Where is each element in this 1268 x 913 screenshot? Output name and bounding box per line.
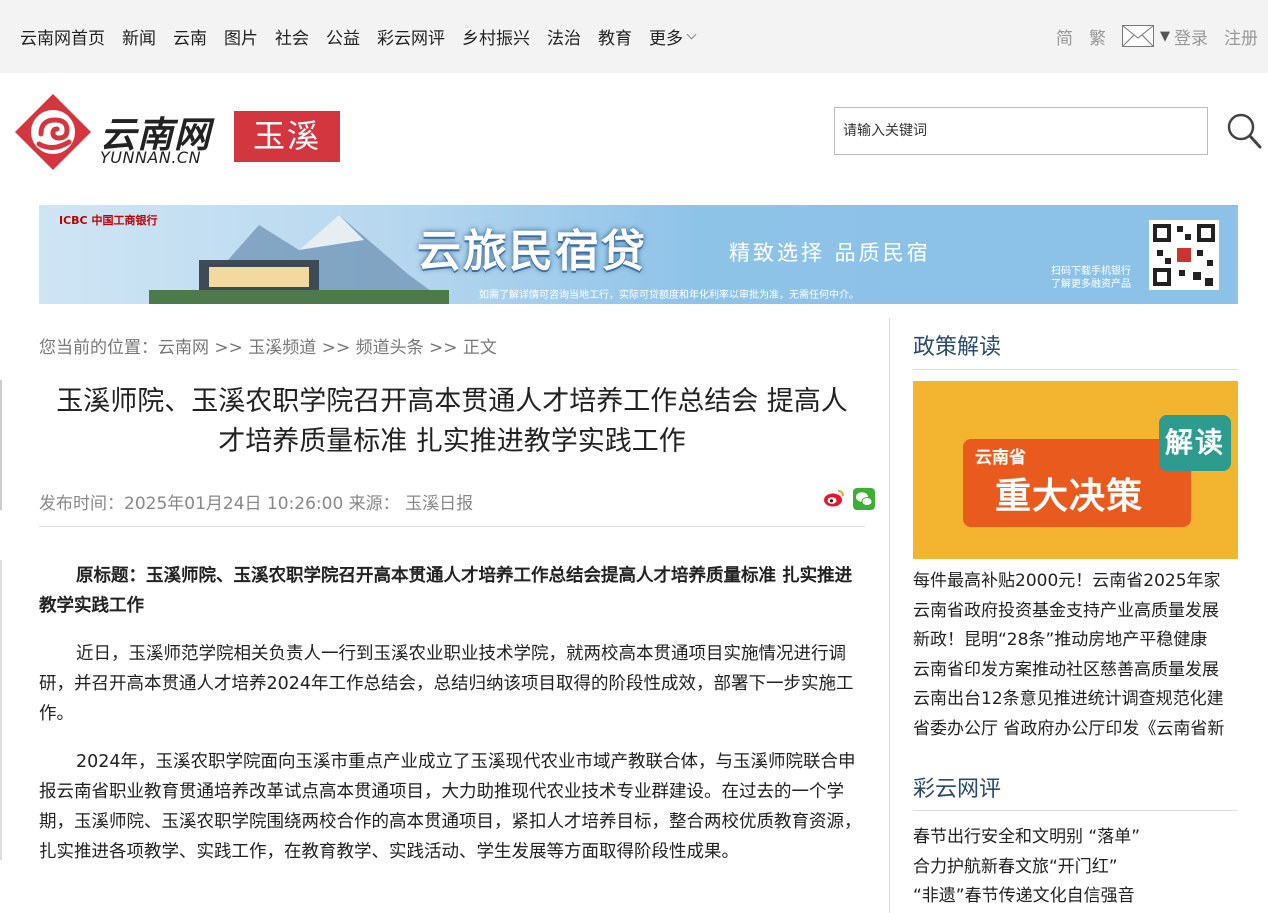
policy-list-item[interactable]: 云南出台12条意见推进统计调查规范化建 <box>913 685 1239 715</box>
banner-qr-line-2: 了解更多融资产品 <box>1051 279 1131 290</box>
meta-divider <box>39 526 865 527</box>
nav-more-dropdown[interactable]: 更多 <box>649 24 697 49</box>
nav-item-commentary[interactable]: 彩云网评 <box>377 24 445 49</box>
nav-item-news[interactable]: 新闻 <box>122 24 156 49</box>
qr-code-icon <box>1149 220 1219 290</box>
article-paragraph-1: 近日，玉溪师范学院相关负责人一行到玉溪农业职业技术学院，就两校高本贯通项目实施情… <box>39 644 854 724</box>
chevron-down-icon <box>686 29 697 40</box>
nav-item-society[interactable]: 社会 <box>275 24 309 49</box>
banner-note: 如需了解详情可咨询当地工行，实际可贷额度和年化利率以审批为准，无需任何中介。 <box>479 290 859 301</box>
nav-item-photos[interactable]: 图片 <box>224 24 258 49</box>
nav-item-rural[interactable]: 乡村振兴 <box>462 24 530 49</box>
article-original-title: 原标题：玉溪师院、玉溪农职学院召开高本贯通人才培养工作总结会提高人才培养质量标准… <box>39 566 853 616</box>
nav-more-label: 更多 <box>649 29 683 49</box>
sidebar-divider <box>889 318 890 913</box>
review-section-rule <box>913 810 1238 811</box>
policy-section-rule <box>913 369 1238 370</box>
article-title: 玉溪师院、玉溪农职学院召开高本贯通人才培养工作总结会 提高人 才培养质量标准 扎… <box>39 382 865 462</box>
login-link[interactable]: 登录 <box>1174 24 1208 49</box>
ad-banner[interactable]: ICBC 中国工商银行 云旅民宿贷 精致选择 品质民宿 如需了解详情可咨询当地工… <box>39 205 1238 304</box>
top-navbar: 云南网首页 新闻 云南 图片 社会 公益 彩云网评 乡村振兴 法治 教育 更多 … <box>0 0 1268 73</box>
banner-slogan: 精致选择 品质民宿 <box>729 241 931 265</box>
bank-logo: ICBC 中国工商银行 <box>59 214 158 227</box>
banner-qr-text: 扫码下载手机银行 了解更多融资产品 <box>1051 265 1131 291</box>
nav-item-law[interactable]: 法治 <box>547 24 581 49</box>
review-list-item[interactable]: “非遗”春节传递文化自信强音 <box>913 882 1239 912</box>
register-link[interactable]: 注册 <box>1224 24 1258 49</box>
search-input[interactable] <box>834 107 1208 155</box>
policy-list-item[interactable]: 省委办公厅 省政府办公厅印发《云南省新 <box>913 715 1239 745</box>
left-divider-2 <box>0 560 2 860</box>
article-title-line-2: 才培养质量标准 扎实推进教学实践工作 <box>218 426 686 457</box>
policy-list-item[interactable]: 新政！昆明“28条”推动房地产平稳健康 <box>913 626 1239 656</box>
nav-item-charity[interactable]: 公益 <box>326 24 360 49</box>
wechat-icon[interactable] <box>853 488 875 514</box>
policy-list-item[interactable]: 云南省印发方案推动社区慈善高质量发展 <box>913 656 1239 686</box>
review-list-item[interactable]: 春节出行安全和文明别 “落单” <box>913 823 1239 853</box>
review-section-title[interactable]: 彩云网评 <box>913 771 1001 803</box>
mail-icon[interactable] <box>1122 24 1154 47</box>
banner-scenery <box>149 215 449 304</box>
nav-item-education[interactable]: 教育 <box>598 24 632 49</box>
policy-image-tag: 解读 <box>1159 415 1231 471</box>
article-paragraph-2: 2024年，玉溪农职学院面向玉溪市重点产业成立了玉溪现代农业市域产教联合体，与玉… <box>39 752 862 862</box>
top-tools: 简 繁 ▼ 登录 注册 <box>1040 24 1258 49</box>
policy-feature-image[interactable]: 云南省 重大决策 解读 <box>913 381 1238 559</box>
banner-qr-line-1: 扫码下载手机银行 <box>1051 266 1131 277</box>
policy-image-big: 重大决策 <box>995 476 1144 517</box>
site-logo-icon[interactable] <box>13 92 93 176</box>
article-title-line-1: 玉溪师院、玉溪农职学院召开高本贯通人才培养工作总结会 提高人 <box>56 386 848 417</box>
review-list: 春节出行安全和文明别 “落单” 合力护航新春文旅“开门红” “非遗”春节传递文化… <box>913 823 1239 912</box>
nav-item-yunnan[interactable]: 云南 <box>173 24 207 49</box>
banner-title: 云旅民宿贷 <box>417 226 647 277</box>
simplified-toggle[interactable]: 简 <box>1056 24 1073 49</box>
policy-section-title[interactable]: 政策解读 <box>913 329 1001 361</box>
article-meta: 发布时间：2025年01月24日 10:26:00 来源： 玉溪日报 <box>39 494 474 514</box>
policy-list: 每件最高补贴2000元！云南省2025年家 云南省政府投资基金支持产业高质量发展… <box>913 567 1239 744</box>
brand-domain: YUNNAN.CN <box>100 148 202 167</box>
channel-badge[interactable]: 玉溪 <box>234 111 340 162</box>
policy-list-item[interactable]: 云南省政府投资基金支持产业高质量发展 <box>913 597 1239 627</box>
main-nav: 云南网首页 新闻 云南 图片 社会 公益 彩云网评 乡村振兴 法治 教育 更多 <box>20 24 712 49</box>
breadcrumb[interactable]: 您当前的位置：云南网 >> 玉溪频道 >> 频道头条 >> 正文 <box>39 333 497 358</box>
nav-item-home[interactable]: 云南网首页 <box>20 24 105 49</box>
policy-image-small: 云南省 <box>975 448 1026 468</box>
traditional-toggle[interactable]: 繁 <box>1089 24 1106 49</box>
review-list-item[interactable]: 合力护航新春文旅“开门红” <box>913 853 1239 883</box>
search-icon[interactable] <box>1226 112 1262 154</box>
weibo-icon[interactable] <box>823 488 845 514</box>
policy-list-item[interactable]: 每件最高补贴2000元！云南省2025年家 <box>913 567 1239 597</box>
left-divider <box>0 380 2 510</box>
caret-down-icon[interactable]: ▼ <box>1160 29 1170 44</box>
share-buttons <box>815 488 875 514</box>
